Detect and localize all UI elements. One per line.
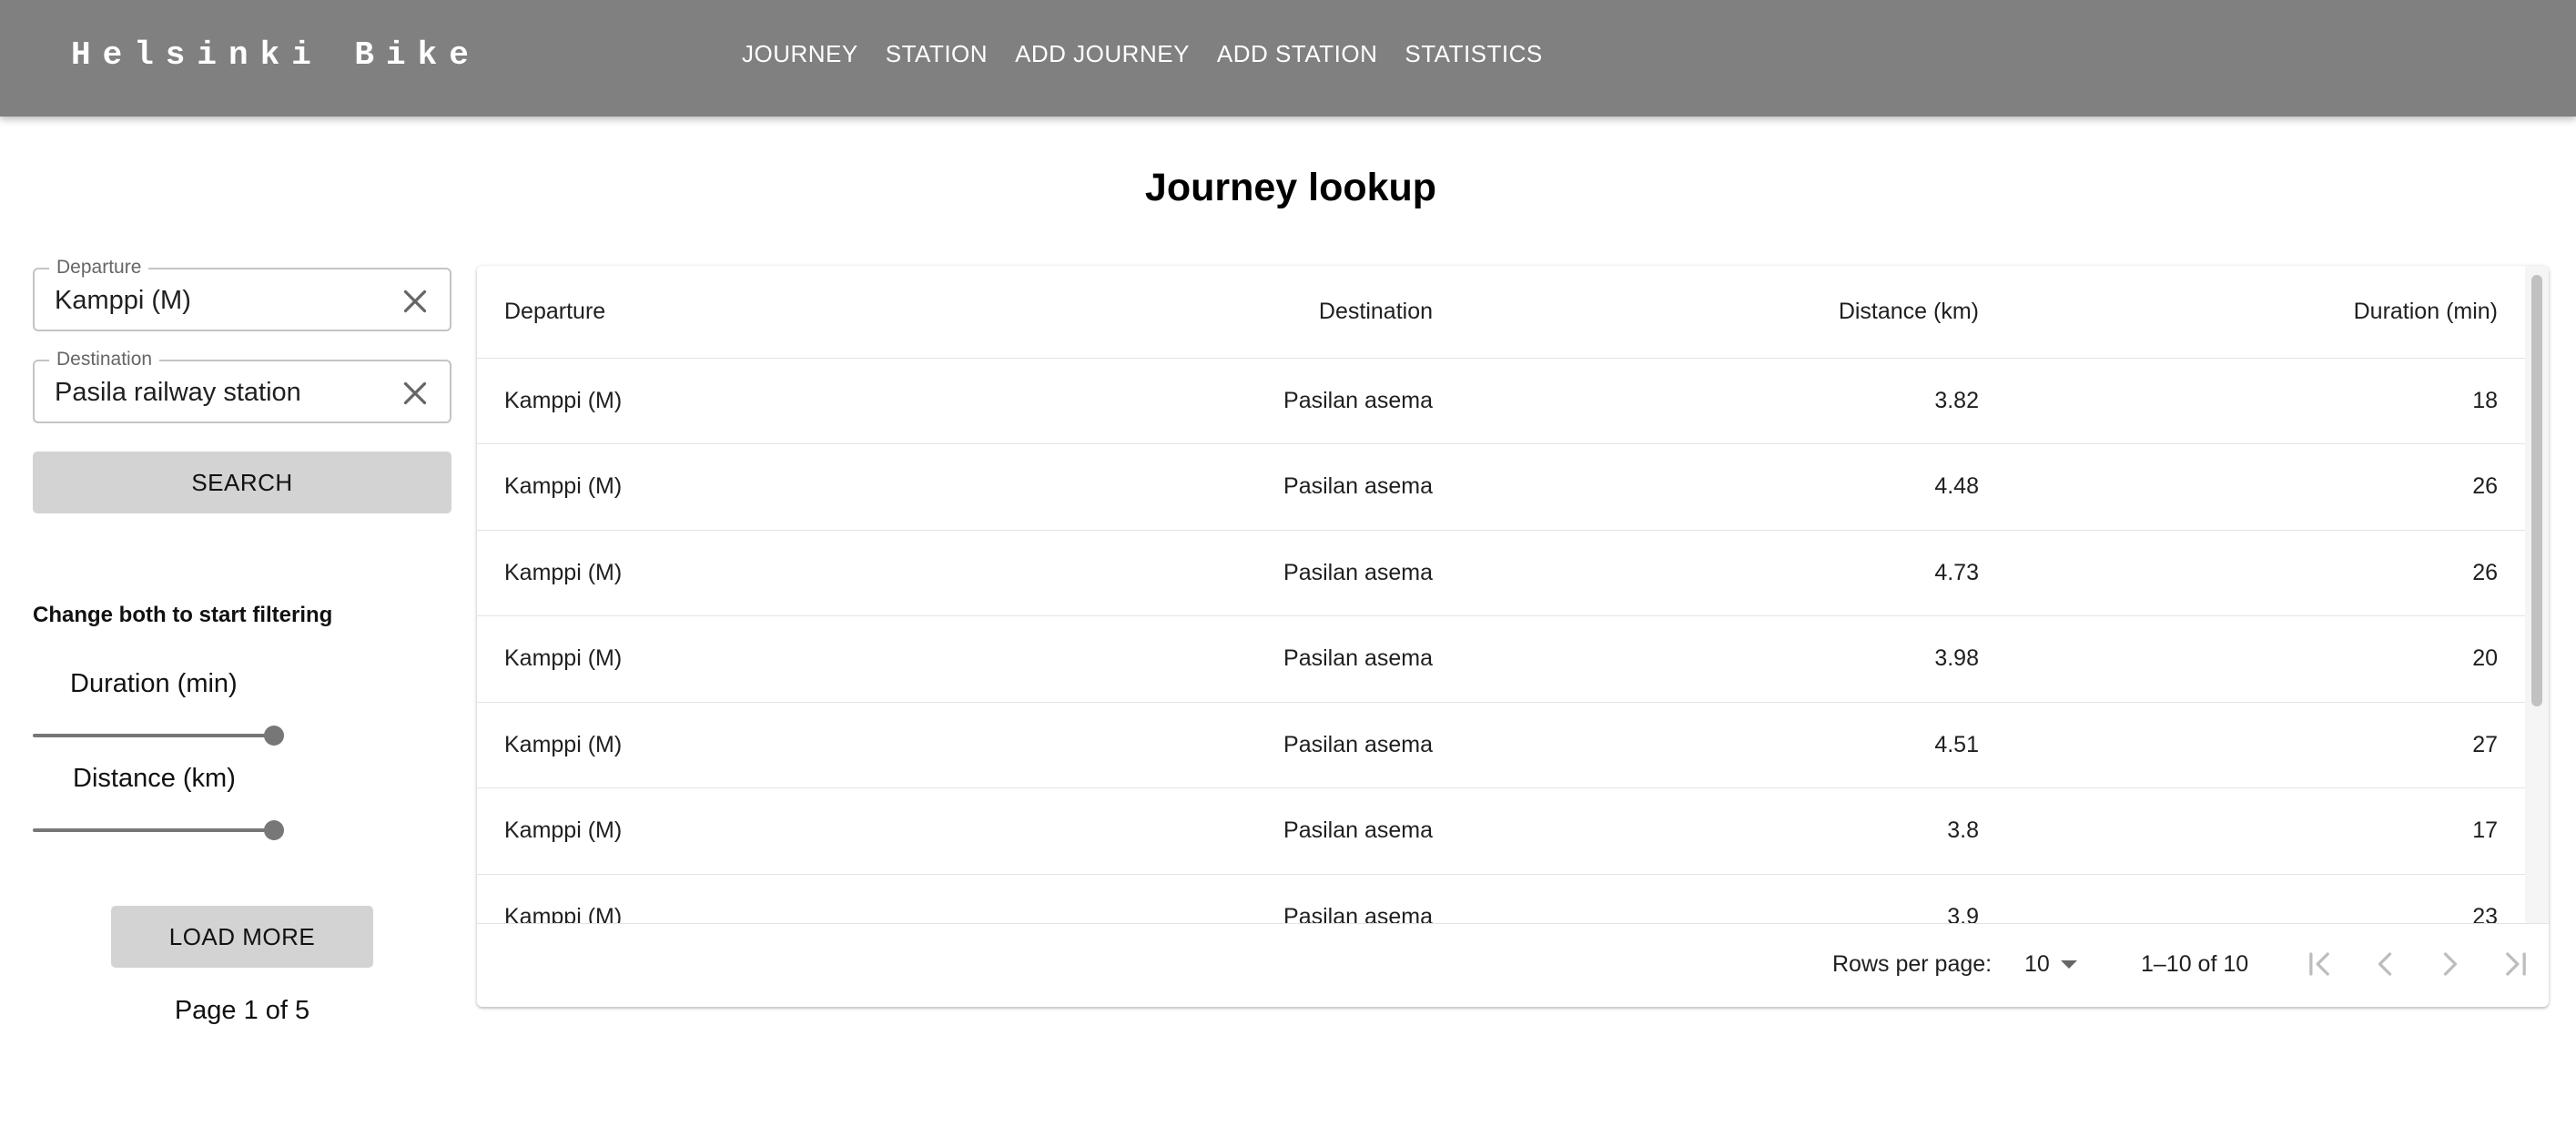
table-scrollbar[interactable] [2525, 266, 2549, 923]
cell-distance: 3.82 [1460, 358, 2006, 444]
main-nav: JOURNEY STATION ADD JOURNEY ADD STATION … [728, 38, 1557, 69]
cell-departure: Kamppi (M) [477, 702, 1005, 788]
cell-destination: Pasilan asema [1005, 443, 1460, 531]
filter-hint: Change both to start filtering [33, 603, 333, 627]
journey-table-card: Departure Destination Distance (km) Dura… [477, 266, 2549, 1007]
cell-destination: Pasilan asema [1005, 787, 1460, 875]
cell-departure: Kamppi (M) [477, 874, 1005, 923]
table-row[interactable]: Kamppi (M) Pasilan asema 3.82 18 [477, 358, 2525, 444]
nav-add-journey[interactable]: ADD JOURNEY [1001, 38, 1203, 69]
duration-slider-track [33, 734, 274, 737]
cell-distance: 4.51 [1460, 702, 2006, 788]
distance-slider-thumb[interactable] [264, 820, 284, 840]
brand-logo[interactable]: Helsinki Bike [71, 36, 481, 74]
departure-field[interactable]: Departure [33, 257, 451, 331]
nav-statistics[interactable]: STATISTICS [1391, 38, 1556, 69]
distance-slider-label: Distance (km) [73, 764, 236, 793]
distance-slider-track [33, 828, 274, 832]
first-page-icon[interactable] [2299, 944, 2339, 984]
rows-per-page-select[interactable]: 10 [2021, 948, 2084, 980]
pagination-range: 1–10 of 10 [2141, 951, 2249, 977]
cell-duration: 23 [2006, 874, 2525, 923]
column-header-distance: Distance (km) [1460, 266, 2006, 359]
cell-destination: Pasilan asema [1005, 874, 1460, 923]
table-scroll-area[interactable]: Departure Destination Distance (km) Dura… [477, 266, 2525, 923]
cell-duration: 27 [2006, 702, 2525, 788]
cell-destination: Pasilan asema [1005, 530, 1460, 616]
cell-destination: Pasilan asema [1005, 702, 1460, 788]
destination-field[interactable]: Destination [33, 349, 451, 423]
table-row[interactable]: Kamppi (M) Pasilan asema 4.51 27 [477, 702, 2525, 788]
last-page-icon[interactable] [2496, 944, 2536, 984]
rows-per-page-label: Rows per page: [1832, 951, 1993, 977]
column-header-departure: Departure [477, 266, 1005, 359]
cell-distance: 3.98 [1460, 615, 2006, 703]
cell-duration: 26 [2006, 530, 2525, 616]
nav-station[interactable]: STATION [872, 38, 1001, 69]
destination-label: Destination [49, 349, 160, 371]
departure-label: Departure [49, 257, 149, 279]
next-page-icon[interactable] [2430, 944, 2470, 984]
table-body: Kamppi (M) Pasilan asema 3.82 18 Kamppi (M) P… [477, 358, 2525, 923]
cell-duration: 20 [2006, 615, 2525, 703]
app-bar: Helsinki Bike JOURNEY STATION ADD JOURNE… [0, 0, 2576, 117]
table-row[interactable]: Kamppi (M) Pasilan asema 4.48 26 [477, 443, 2525, 531]
cell-departure: Kamppi (M) [477, 358, 1005, 444]
cell-duration: 17 [2006, 787, 2525, 875]
table-row[interactable]: Kamppi (M) Pasilan asema 3.98 20 [477, 615, 2525, 703]
table-scrollbar-thumb[interactable] [2531, 275, 2542, 706]
cell-destination: Pasilan asema [1005, 615, 1460, 703]
distance-slider[interactable] [33, 817, 284, 844]
caret-down-icon [2061, 960, 2077, 969]
duration-slider-thumb[interactable] [264, 726, 284, 746]
nav-add-station[interactable]: ADD STATION [1203, 38, 1391, 69]
table-header-row: Departure Destination Distance (km) Dura… [477, 266, 2525, 359]
cell-departure: Kamppi (M) [477, 787, 1005, 875]
destination-input[interactable] [55, 378, 391, 408]
table-pagination: Rows per page: 10 1–10 of 10 [477, 923, 2549, 1007]
duration-slider-label: Duration (min) [70, 669, 238, 698]
page-indicator: Page 1 of 5 [174, 996, 310, 1025]
clear-destination-icon[interactable] [399, 377, 431, 410]
table-row[interactable]: Kamppi (M) Pasilan asema 4.73 26 [477, 530, 2525, 616]
journey-table: Departure Destination Distance (km) Dura… [477, 266, 2525, 923]
cell-distance: 4.73 [1460, 530, 2006, 616]
rows-per-page-value: 10 [2024, 951, 2050, 977]
nav-journey[interactable]: JOURNEY [728, 38, 872, 69]
column-header-duration: Duration (min) [2006, 266, 2525, 359]
cell-duration: 26 [2006, 443, 2525, 531]
table-row[interactable]: Kamppi (M) Pasilan asema 3.9 23 [477, 874, 2525, 923]
cell-distance: 4.48 [1460, 443, 2006, 531]
column-header-destination: Destination [1005, 266, 1460, 359]
load-more-button[interactable]: LOAD MORE [111, 906, 373, 968]
cell-departure: Kamppi (M) [477, 530, 1005, 616]
search-button[interactable]: SEARCH [33, 452, 451, 513]
table-row[interactable]: Kamppi (M) Pasilan asema 3.8 17 [477, 787, 2525, 875]
cell-duration: 18 [2006, 358, 2525, 444]
cell-distance: 3.9 [1460, 874, 2006, 923]
departure-input[interactable] [55, 286, 391, 316]
duration-slider[interactable] [33, 722, 284, 749]
cell-distance: 3.8 [1460, 787, 2006, 875]
previous-page-icon[interactable] [2365, 944, 2405, 984]
page-title: Journey lookup [1144, 166, 1437, 209]
clear-departure-icon[interactable] [399, 285, 431, 318]
cell-departure: Kamppi (M) [477, 615, 1005, 703]
cell-departure: Kamppi (M) [477, 443, 1005, 531]
cell-destination: Pasilan asema [1005, 358, 1460, 444]
